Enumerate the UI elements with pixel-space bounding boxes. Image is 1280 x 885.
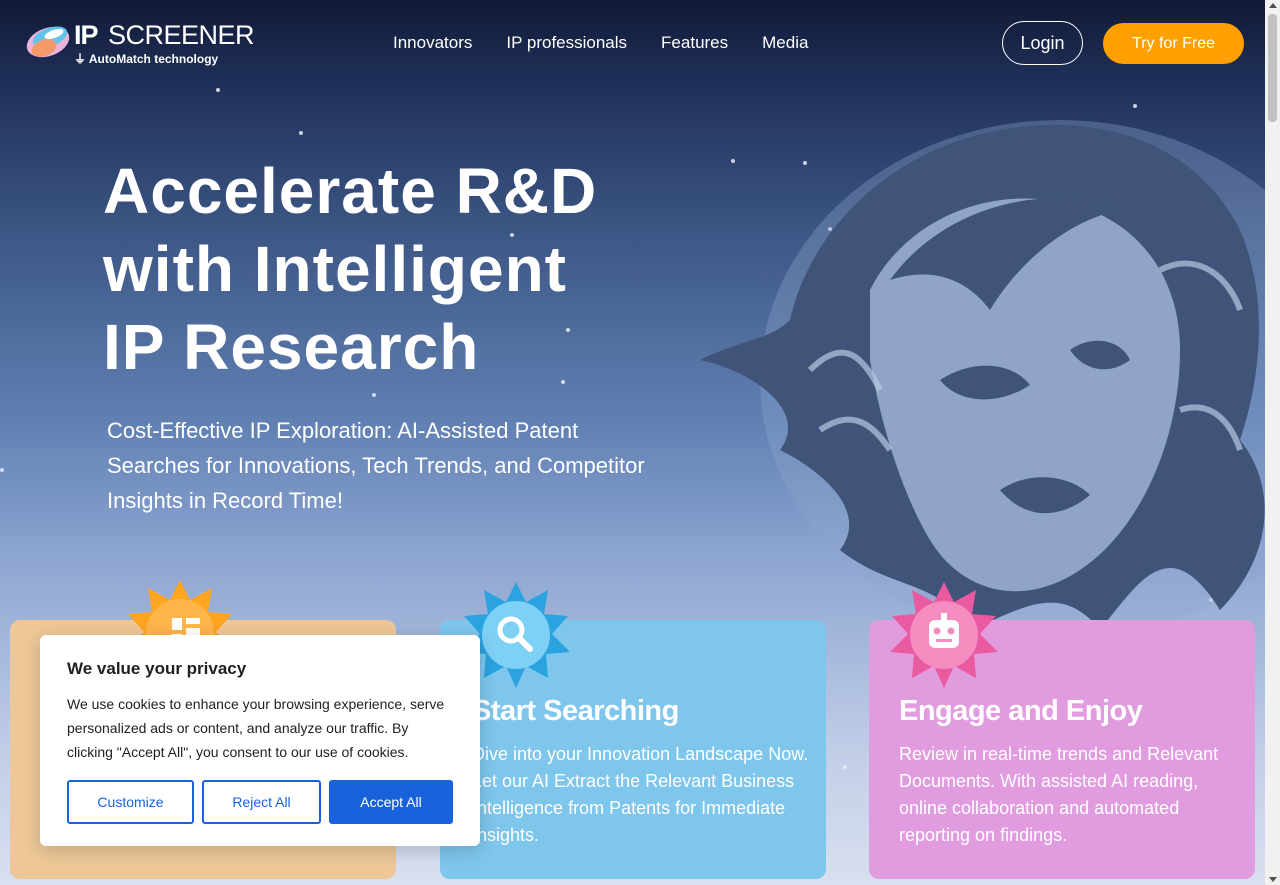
main-nav: Innovators IP professionals Features Med… (393, 33, 808, 53)
scrollbar-thumb[interactable] (1268, 14, 1277, 122)
nav-item-media[interactable]: Media (762, 33, 808, 53)
card-text: Dive into your Innovation Landscape Now.… (472, 744, 809, 845)
nav-item-features[interactable]: Features (661, 33, 728, 53)
reject-all-button[interactable]: Reject All (202, 780, 321, 824)
try-for-free-button[interactable]: Try for Free (1103, 23, 1244, 64)
card-text: Review in real-time trends and Relevant … (899, 744, 1219, 845)
cookie-consent-banner: We value your privacy We use cookies to … (40, 635, 480, 846)
logo-tagline: ⏚ AutoMatch technology (74, 52, 219, 66)
hero-title-line: Accelerate R&D (103, 155, 598, 227)
nav-item-innovators[interactable]: Innovators (393, 33, 472, 53)
hero-subtitle: Cost-Effective IP Exploration: AI-Assist… (107, 418, 645, 513)
scroll-down-icon[interactable] (1269, 877, 1277, 882)
card-title: Engage and Enjoy (899, 695, 1143, 727)
accept-all-button[interactable]: Accept All (329, 780, 453, 824)
cookie-title: We value your privacy (67, 659, 247, 678)
logo-text-light: SCREENER (108, 20, 255, 50)
logo-text-bold: IP (74, 20, 98, 50)
customize-button[interactable]: Customize (67, 780, 194, 824)
logo-mark-icon (26, 26, 70, 58)
hero-title-line: IP Research (103, 311, 480, 383)
hero-title: Accelerate R&D with Intelligent IP Resea… (103, 152, 663, 386)
login-button[interactable]: Login (1002, 21, 1083, 65)
cookie-text: We use cookies to enhance your browsing … (67, 696, 445, 760)
hero-title-line: with Intelligent (103, 233, 567, 305)
scroll-up-icon[interactable] (1269, 3, 1277, 8)
robot-icon (890, 582, 998, 688)
nav-item-ip-professionals[interactable]: IP professionals (506, 33, 627, 53)
site-header: IP SCREENER ⏚ AutoMatch technology Innov… (0, 0, 1265, 86)
logo[interactable]: IP SCREENER ⏚ AutoMatch technology (24, 20, 255, 66)
card-title: Start Searching (472, 695, 679, 727)
page-scrollbar[interactable] (1265, 0, 1280, 885)
